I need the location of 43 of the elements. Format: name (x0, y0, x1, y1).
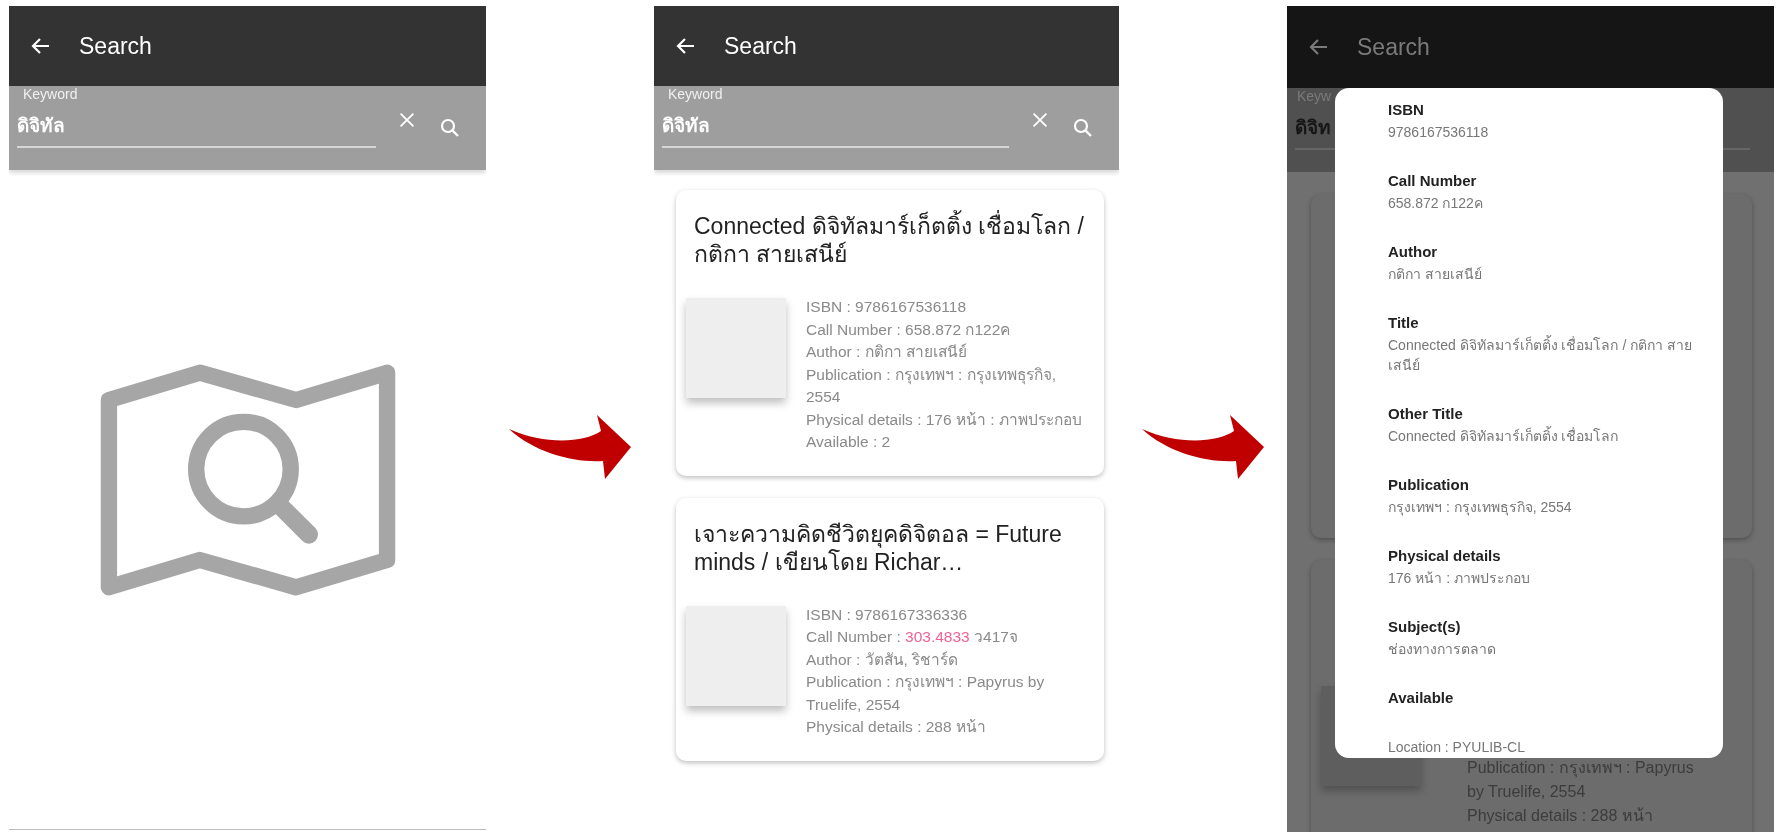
detail-text: Physical details : 288 หน้า (806, 717, 987, 737)
field-value: กรุงเทพฯ : กรุงเทพธุรกิจ, 2554 (1388, 498, 1573, 517)
result-card[interactable] (676, 497, 1104, 761)
field-value: Connected ดิจิทัลมาร์เก็ตติ้ง เชื่อมโลก (1388, 426, 1620, 446)
field-label: Author (1388, 242, 1439, 262)
field-label: Available (1388, 688, 1455, 708)
field-value: Connected ดิจิทัลมาร์เก็ตติ้ง เชื่อมโลก / กติกา สายเสนีย์ (1388, 335, 1694, 375)
field-value: 9786167536118 (1388, 123, 1490, 142)
detail-text: ISBN : 9786167536118 (806, 297, 967, 317)
book-title: Connected ดิจิทัลมาร์เก็ตติ้ง เชื่อมโลก / กติกา สายเสนีย์ (694, 212, 1086, 268)
field-label: Publication (1388, 475, 1470, 495)
field-value: ดิจิท (1295, 116, 1331, 140)
keyword-field[interactable]: Keyword ดิจิทัล (17, 86, 376, 148)
field-value: 658.872 ก122ค (1388, 194, 1484, 213)
detail-text: Physical details : 176 หน้า : ภาพประกอบ (806, 409, 1083, 430)
detail-text: Publication : กรุงเทพฯ : กรุงเทพธุรกิจ, 2554 (806, 364, 1057, 407)
screen-title: Search (79, 32, 152, 60)
field-value: กติกา สายเสนีย์ (1388, 265, 1483, 284)
field-value: ดิจิทัล (17, 114, 65, 138)
field-label: Other Title (1388, 404, 1464, 424)
field-label: Subject(s) (1388, 617, 1462, 637)
field-label: Call Number (1388, 171, 1478, 191)
detail-text: Call Number : 658.872 ก122ค (806, 319, 1012, 340)
detail-text: Available : 2 (806, 432, 892, 452)
screen-title: Search (1357, 33, 1430, 61)
detail-text: Author : กติกา สายเสนีย์ (806, 342, 968, 362)
screen-title: Search (724, 32, 797, 60)
detail-text: Author : วัตสัน, ริชาร์ด (806, 649, 960, 670)
field-value: ดิจิทัล (662, 114, 710, 138)
detail-text: Publication : กรุงเทพฯ : Papyrus by Truelife, 2554 (806, 672, 1046, 715)
field-label: Title (1388, 313, 1420, 333)
field-value: 176 หน้า : ภาพประกอบ (1388, 569, 1531, 588)
field-label: Keyword (667, 86, 723, 102)
book-title: เจาะความคิดชีวิตยุคดิจิตอล = Future minds / เขียนโดย Richar… (694, 519, 1063, 576)
detail-text: ISBN : 9786167336336 (806, 604, 969, 625)
keyword-field[interactable]: Keyword ดิจิทัล (662, 86, 1009, 148)
location-text: Location : PYULIB-CL (1388, 738, 1526, 757)
field-label: Keyword (22, 86, 78, 102)
field-value: ช่องทางการตลาด (1388, 640, 1497, 659)
field-label: ISBN (1388, 100, 1425, 120)
field-label: Physical details (1388, 546, 1502, 566)
result-card[interactable] (676, 190, 1104, 476)
detail-text: Call Number : 303.4833 ว417จ (806, 627, 1019, 647)
